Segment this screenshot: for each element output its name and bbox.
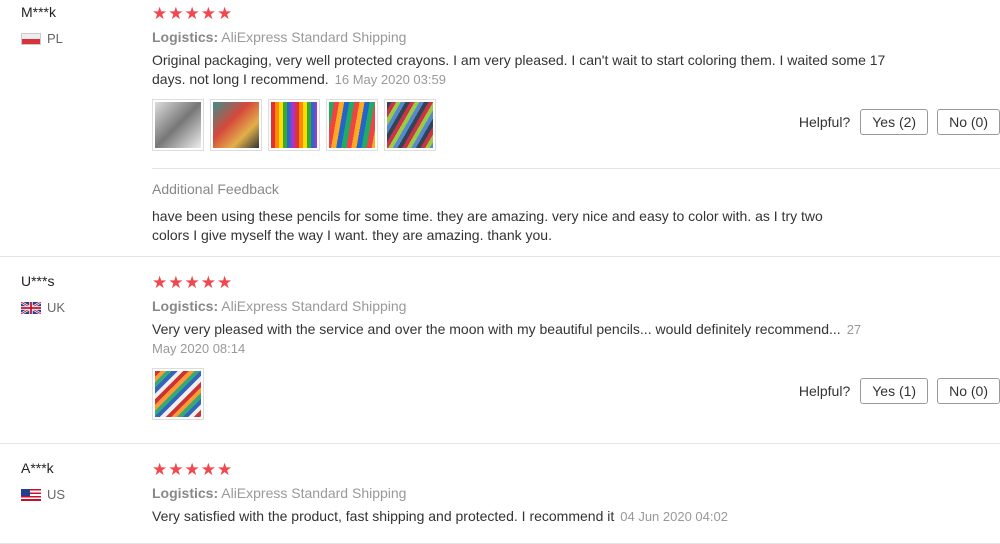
country-code: UK <box>47 300 66 315</box>
review-date: 16 May 2020 03:59 <box>334 72 446 87</box>
helpful-label: Helpful? <box>798 383 851 399</box>
review-body: Original packaging, very well protected … <box>152 52 886 87</box>
country-code: US <box>47 487 66 502</box>
review-photo-thumbnail[interactable] <box>268 99 320 151</box>
review-text: Original packaging, very well protected … <box>152 51 912 89</box>
reviewer-name: A***k <box>21 460 54 476</box>
star-rating: ★★★★★ <box>152 273 234 292</box>
reviewer-country: PL <box>21 31 63 46</box>
review-text: Very very pleased with the service and o… <box>152 320 887 358</box>
logistics-info: Logistics: AliExpress Standard Shipping <box>152 29 912 45</box>
logistics-label: Logistics: <box>152 29 219 45</box>
helpful-yes-button[interactable]: Yes (2) <box>860 109 929 135</box>
logistics-value: AliExpress Standard Shipping <box>221 485 407 501</box>
review-item: A***k US ★★★★★ Logistics: AliExpress Sta… <box>0 444 1000 544</box>
additional-feedback: Additional Feedback have been using thes… <box>152 168 1000 245</box>
star-rating: ★★★★★ <box>152 460 234 479</box>
review-photo-thumbnail[interactable] <box>384 99 436 151</box>
helpful-votes: Helpful? Yes (2) No (0) <box>799 109 1000 135</box>
review-photo-thumbnail[interactable] <box>326 99 378 151</box>
review-photo-thumbnail[interactable] <box>152 99 204 151</box>
uk-flag-icon <box>20 300 42 315</box>
review-item: M***k PL ★★★★★ Logistics: AliExpress Sta… <box>0 0 1000 257</box>
reviewer-name: M***k <box>21 4 57 20</box>
country-code: PL <box>47 31 63 46</box>
additional-feedback-text: have been using these pencils for some t… <box>152 208 823 243</box>
logistics-value: AliExpress Standard Shipping <box>221 29 407 45</box>
review-item: U***s UK ★★★★★ Logistics: AliExpress Sta… <box>0 257 1000 444</box>
review-text: Very satisfied with the product, fast sh… <box>152 507 912 526</box>
logistics-label: Logistics: <box>152 485 219 501</box>
logistics-info: Logistics: AliExpress Standard Shipping <box>152 298 912 314</box>
logistics-label: Logistics: <box>152 298 219 314</box>
helpful-votes: Helpful? Yes (1) No (0) <box>799 378 1000 404</box>
reviewer-country: UK <box>20 300 66 315</box>
review-photo-thumbnail[interactable] <box>152 368 204 420</box>
additional-feedback-title: Additional Feedback <box>152 181 279 197</box>
helpful-label: Helpful? <box>798 114 851 130</box>
logistics-value: AliExpress Standard Shipping <box>221 298 407 314</box>
us-flag-icon <box>21 488 41 501</box>
star-rating: ★★★★★ <box>152 4 234 23</box>
poland-flag-icon <box>21 32 41 45</box>
review-body: Very very pleased with the service and o… <box>152 321 841 337</box>
helpful-no-button[interactable]: No (0) <box>937 109 1000 135</box>
reviewer-country: US <box>21 487 65 502</box>
helpful-no-button[interactable]: No (0) <box>937 378 1000 404</box>
review-photo-thumbnail[interactable] <box>210 99 262 151</box>
logistics-info: Logistics: AliExpress Standard Shipping <box>152 485 912 501</box>
helpful-yes-button[interactable]: Yes (1) <box>860 378 929 404</box>
reviewer-name: U***s <box>21 273 55 289</box>
review-date: 04 Jun 2020 04:02 <box>620 509 728 524</box>
review-body: Very satisfied with the product, fast sh… <box>152 508 615 524</box>
